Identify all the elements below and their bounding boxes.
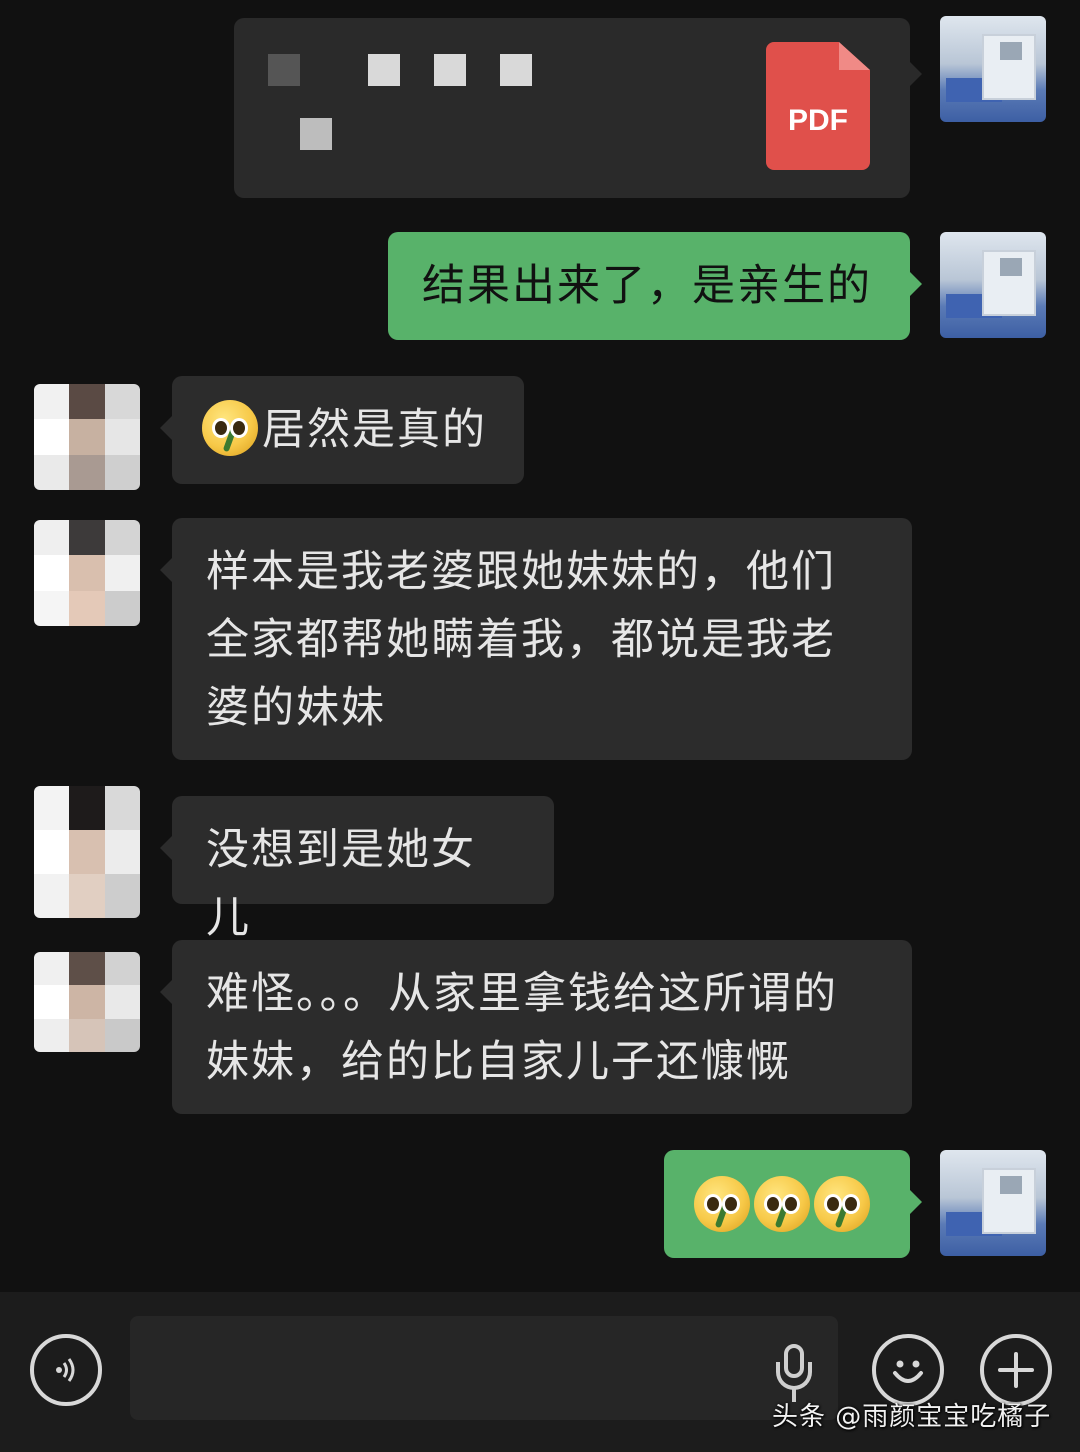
broken-smile-emoji-icon bbox=[814, 1176, 870, 1232]
plus-sign-icon bbox=[998, 1352, 1034, 1388]
message-bubble-other[interactable]: 居然是真的 bbox=[160, 376, 524, 484]
avatar-other[interactable] bbox=[34, 786, 140, 918]
message-bubble-other[interactable]: 没想到是她女儿 bbox=[160, 796, 554, 943]
broken-smile-emoji-icon bbox=[202, 400, 258, 456]
pixelated-filename bbox=[368, 54, 400, 86]
pdf-fold-corner bbox=[839, 42, 870, 70]
avatar-other[interactable] bbox=[34, 952, 140, 1052]
file-message-bubble[interactable]: PDF bbox=[234, 18, 922, 198]
message-bubble-other[interactable]: 难怪。。。从家里拿钱给这所谓的妹妹，给的比自家儿子还慷慨 bbox=[160, 940, 912, 1114]
pixelated-filename bbox=[434, 54, 466, 86]
message-text: 难怪。。。从家里拿钱给这所谓的妹妹，给的比自家儿子还慷慨 bbox=[206, 969, 838, 1087]
message-text: 结果出来了，是亲生的 bbox=[422, 261, 872, 311]
avatar-self[interactable] bbox=[940, 232, 1046, 338]
message-text: 样本是我老婆跟她妹妹的，他们全家都帮她瞒着我，都说是我老婆的妹妹 bbox=[206, 547, 836, 733]
voice-icon[interactable] bbox=[30, 1334, 102, 1406]
avatar-self[interactable] bbox=[940, 16, 1046, 122]
message-bubble-self[interactable] bbox=[664, 1150, 922, 1258]
smile-face-icon bbox=[893, 1360, 923, 1383]
avatar-other[interactable] bbox=[34, 384, 140, 490]
pixelated-filename bbox=[500, 54, 532, 86]
message-bubble-self[interactable]: 结果出来了，是亲生的 bbox=[388, 232, 922, 340]
voice-wave-icon bbox=[56, 1358, 75, 1382]
avatar-self[interactable] bbox=[940, 1150, 1046, 1256]
mic-icon[interactable] bbox=[776, 1344, 812, 1404]
message-bubble-other[interactable]: 样本是我老婆跟她妹妹的，他们全家都帮她瞒着我，都说是我老婆的妹妹 bbox=[160, 518, 912, 760]
chat-area: PDF 结果出来了，是亲生的 居然是真的 样本是我老婆跟她妹妹的，他们全家都帮她… bbox=[0, 0, 1080, 1292]
broken-smile-emoji-icon bbox=[754, 1176, 810, 1232]
avatar-other[interactable] bbox=[34, 520, 140, 626]
message-text: 居然是真的 bbox=[262, 405, 487, 455]
watermark: 头条 @雨颜宝宝吃橘子 bbox=[772, 1402, 1052, 1432]
pixelated-filename bbox=[300, 118, 332, 150]
message-text: 没想到是她女儿 bbox=[206, 825, 476, 943]
broken-smile-emoji-icon bbox=[694, 1176, 750, 1232]
message-input[interactable] bbox=[130, 1316, 838, 1420]
pixelated-filename bbox=[268, 54, 300, 86]
